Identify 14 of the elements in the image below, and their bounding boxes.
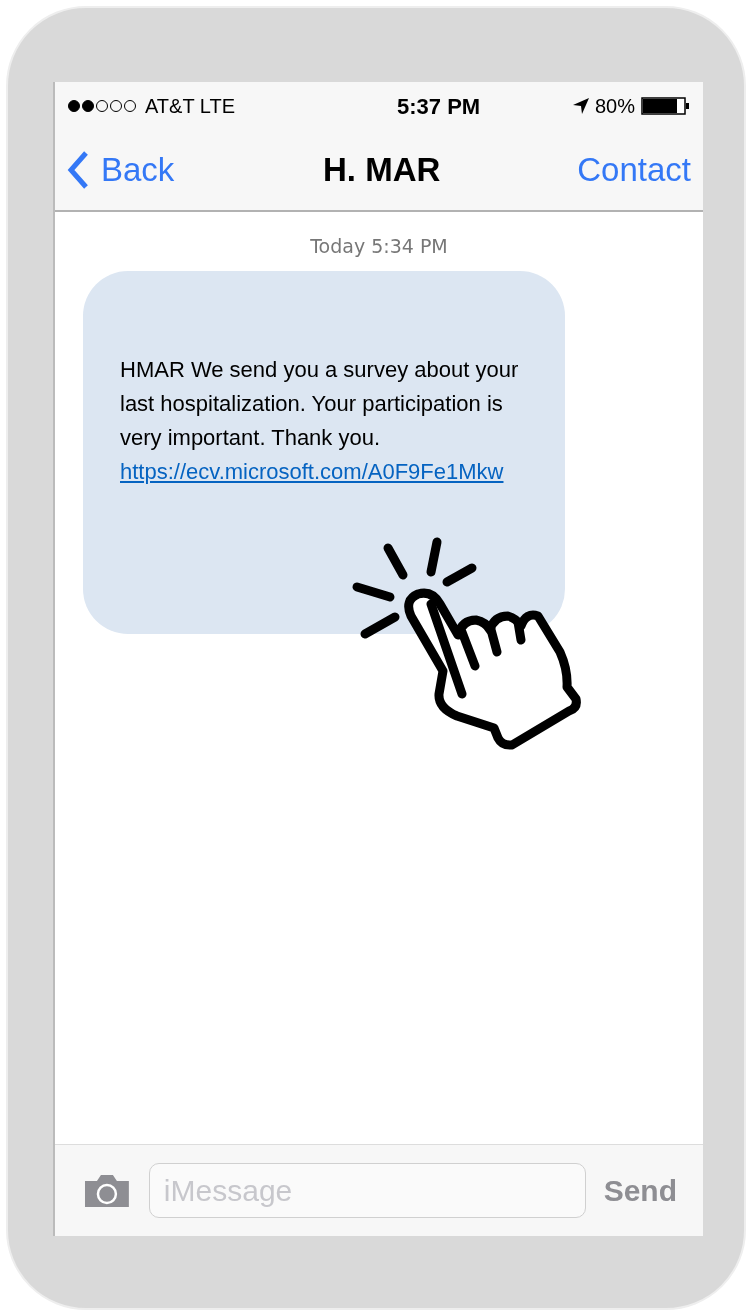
- location-arrow-icon: [572, 98, 589, 114]
- send-button[interactable]: Send: [603, 1168, 677, 1213]
- contact-button[interactable]: Contact: [577, 145, 691, 195]
- clock-time: 5:37 PM: [397, 92, 481, 121]
- message-timestamp: Today 5:34 PM: [310, 234, 448, 259]
- chevron-left-icon: [67, 150, 89, 190]
- signal-dots-icon: [67, 99, 139, 113]
- message-text: HMAR We send you a survey about your last hospitalization. Your participation is very important. Thank you.: [120, 355, 520, 452]
- contact-title: H. MAR: [323, 150, 441, 191]
- carrier-label: AT&T LTE: [145, 94, 237, 119]
- back-button[interactable]: Back: [67, 145, 175, 195]
- survey-link[interactable]: https://ecv.microsoft.com/A0F9Fe1Mkw: [120, 454, 525, 489]
- battery-icon: [641, 96, 691, 116]
- battery-percent: 80%: [594, 94, 635, 119]
